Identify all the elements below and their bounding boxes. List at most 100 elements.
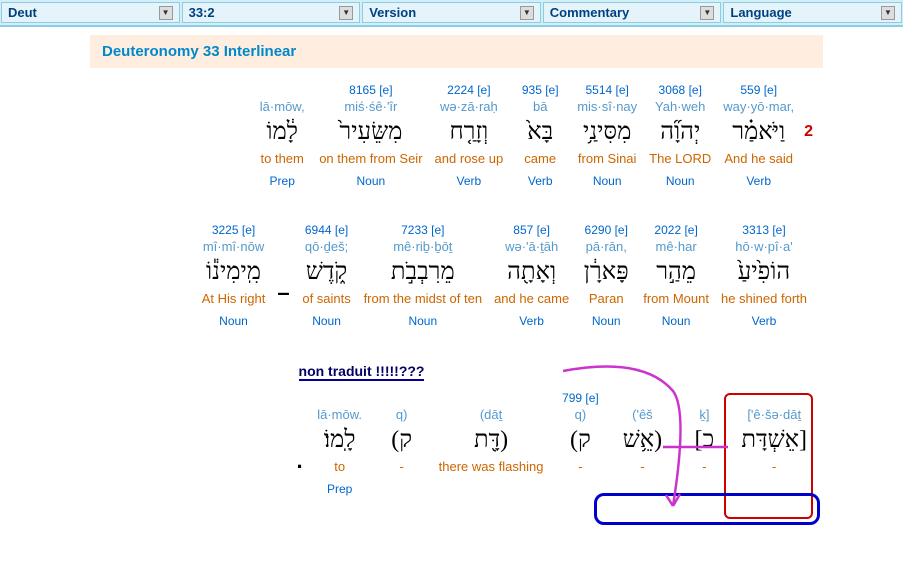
strongs-number[interactable]: 3068 [e] [659, 83, 702, 97]
hebrew-text[interactable]: לָ֔מוֹ [266, 116, 298, 149]
strongs-number[interactable]: 2224 [e] [447, 83, 490, 97]
strongs-number[interactable]: 8165 [e] [349, 83, 392, 97]
transliteration[interactable]: mis·sî·nay [577, 97, 637, 116]
strongs-number[interactable]: 3313 [e] [742, 223, 785, 237]
part-of-speech[interactable]: Noun [593, 168, 622, 188]
word-column: 3225 [e]mî·mî·nōwמִֽימִינ֕וֹAt His right… [202, 223, 266, 328]
transliteration[interactable]: wə·'ā·ṯāh [505, 237, 558, 256]
hebrew-text[interactable]: מִֽימִינ֕וֹ [206, 256, 261, 289]
text-line-3: ['ê·šə·dāṯ[אֵשְׁדָּת - ḵ]כ] - ('êš(אֵ֥שׁ… [90, 391, 813, 496]
strongs-number[interactable]: 5514 [e] [585, 83, 628, 97]
part-of-speech[interactable]: Verb [457, 168, 482, 188]
transliteration[interactable]: pā·rān, [586, 237, 627, 256]
verse-number: 2 [804, 83, 813, 141]
strongs-number[interactable]: 3225 [e] [212, 223, 255, 237]
english-gloss: from Mount [643, 289, 709, 308]
part-of-speech[interactable]: Verb [752, 308, 777, 328]
language-dropdown[interactable]: Language ▼ [723, 2, 902, 23]
hebrew-text[interactable]: כ] [695, 424, 715, 457]
transliteration[interactable]: mê·har [656, 237, 697, 256]
dash-separator: – [277, 245, 289, 306]
strongs-number [641, 391, 644, 405]
part-of-speech[interactable] [579, 476, 582, 496]
strongs-number[interactable]: 2022 [e] [654, 223, 697, 237]
english-gloss: - [399, 457, 403, 476]
transliteration[interactable]: q) [575, 405, 587, 424]
english-gloss: to them [261, 149, 304, 168]
hebrew-text[interactable]: פָּארָ֔ן [584, 256, 629, 289]
hebrew-text[interactable]: הוֹפִ֙יעַ֙ [738, 256, 790, 289]
transliteration[interactable]: (dāṯ [480, 405, 502, 424]
strongs-number [703, 391, 706, 405]
strongs-number[interactable]: 6944 [e] [305, 223, 348, 237]
chapter-dropdown[interactable]: 33:2 ▼ [182, 2, 361, 23]
hebrew-text[interactable]: מִשֵּׂעִיר֙ [339, 116, 402, 149]
part-of-speech[interactable]: Noun [408, 308, 437, 328]
part-of-speech[interactable] [489, 476, 492, 496]
word-column: 6290 [e]pā·rān,פָּארָ֔ןParanNoun [581, 223, 631, 328]
book-dropdown[interactable]: Deut ▼ [1, 2, 180, 23]
hebrew-text[interactable]: יְהוָ֞ה [660, 116, 700, 149]
part-of-speech[interactable] [400, 476, 403, 496]
hebrew-text[interactable]: מִסִּינַ֥י [583, 116, 631, 149]
part-of-speech[interactable]: Noun [357, 168, 386, 188]
english-gloss: and rose up [435, 149, 504, 168]
hebrew-text[interactable]: לָֽמוֹ׃ [324, 424, 356, 457]
part-of-speech[interactable]: Noun [312, 308, 341, 328]
strongs-number[interactable]: 6290 [e] [585, 223, 628, 237]
interlinear-content: 2 559 [e]way·yō·mar,וַיֹּאמַ֗רAnd he sai… [0, 83, 903, 551]
hebrew-text[interactable]: וְאָתָ֖ה [507, 256, 556, 289]
transliteration[interactable]: mê·riḇ·ḇōṯ [393, 237, 452, 256]
commentary-dropdown[interactable]: Commentary ▼ [543, 2, 722, 23]
english-gloss: - [702, 457, 706, 476]
part-of-speech[interactable]: Verb [746, 168, 771, 188]
strongs-number[interactable]: 935 [e] [522, 83, 559, 97]
hebrew-text[interactable]: מֵרִבְבֹ֣ת [391, 256, 455, 289]
strongs-number[interactable]: 559 [e] [740, 83, 777, 97]
strongs-number[interactable]: 7233 [e] [401, 223, 444, 237]
hebrew-text[interactable]: ק) [391, 424, 412, 457]
transliteration[interactable]: wə·zā·raḥ [440, 97, 498, 116]
strongs-number[interactable]: 857 [e] [513, 223, 550, 237]
hebrew-text[interactable]: בָּא֙ [527, 116, 553, 149]
transliteration[interactable]: lā·mōw, [260, 97, 305, 116]
transliteration[interactable]: bā [533, 97, 547, 116]
word-column: 3313 [e]hō·w·pî·a'הוֹפִ֙יעַ֙he shined fo… [721, 223, 807, 328]
part-of-speech[interactable]: Verb [519, 308, 544, 328]
english-gloss: came [524, 149, 556, 168]
part-of-speech[interactable]: Verb [528, 168, 553, 188]
transliteration[interactable]: mî·mî·nōw [203, 237, 264, 256]
transliteration[interactable]: q) [396, 405, 408, 424]
hebrew-text[interactable]: ק) [570, 424, 591, 457]
transliteration[interactable]: miś·śê·'îr [344, 97, 397, 116]
part-of-speech[interactable]: Noun [662, 308, 691, 328]
chapter-value: 33:2 [189, 5, 215, 20]
hebrew-text[interactable]: (אֵ֥שׁ [623, 424, 662, 457]
transliteration[interactable]: lā·mōw. [317, 405, 362, 424]
transliteration[interactable]: qō·ḏeš; [305, 237, 348, 256]
part-of-speech[interactable]: Prep [270, 168, 295, 188]
word-column: lā·mōw.לָֽמוֹ׃toPrep [315, 391, 365, 496]
part-of-speech[interactable]: Noun [219, 308, 248, 328]
english-gloss: - [578, 457, 582, 476]
transliteration[interactable]: ('êš [632, 405, 653, 424]
hebrew-text[interactable]: וַיֹּאמַ֗ר [732, 116, 785, 149]
transliteration[interactable]: Yah·weh [655, 97, 705, 116]
version-dropdown[interactable]: Version ▼ [362, 2, 541, 23]
strongs-number[interactable]: 799 [e] [562, 391, 599, 405]
hebrew-text[interactable]: קֹ֑דֶשׁ [306, 256, 347, 289]
part-of-speech[interactable]: Noun [666, 168, 695, 188]
hebrew-text[interactable]: מֵהַ֣ר [656, 256, 696, 289]
transliteration[interactable]: ḵ] [699, 405, 709, 424]
hebrew-text[interactable]: וְזָרַ֤ח [449, 116, 488, 149]
transliteration[interactable]: hō·w·pî·a' [735, 237, 792, 256]
text-line-1: 2 559 [e]way·yō·mar,וַיֹּאמַ֗רAnd he sai… [90, 83, 813, 188]
hebrew-text[interactable]: (דָּ֖ת [474, 424, 508, 457]
part-of-speech[interactable]: Noun [592, 308, 621, 328]
word-column: q)ק)- [377, 391, 427, 496]
part-of-speech[interactable]: Prep [327, 476, 352, 496]
word-column: 5514 [e]mis·sî·nayמִסִּינַ֥יfrom SinaiNo… [577, 83, 637, 188]
transliteration[interactable]: way·yō·mar, [723, 97, 794, 116]
chevron-down-icon: ▼ [520, 6, 534, 20]
period: . [297, 413, 303, 474]
